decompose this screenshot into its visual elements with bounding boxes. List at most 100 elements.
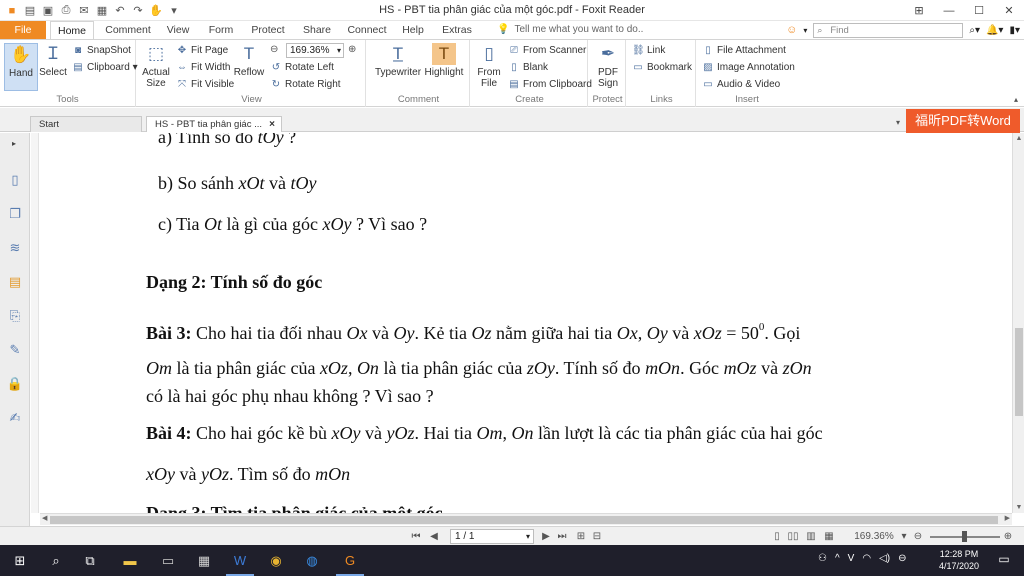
tab-connect[interactable]: Connect: [344, 21, 390, 39]
continuous-facing-icon[interactable]: ▦: [822, 529, 836, 544]
word-icon[interactable]: W: [226, 552, 254, 576]
chrome-icon[interactable]: ◉: [266, 552, 286, 570]
from-clipboard-button[interactable]: ▤ From Clipboard: [508, 77, 592, 93]
promo-banner[interactable]: 福昕PDF转Word: [906, 109, 1020, 133]
tab-file[interactable]: File: [0, 21, 46, 39]
fit-width-button[interactable]: ⇔ Fit Width: [176, 60, 230, 76]
pages-icon[interactable]: ❐: [6, 205, 24, 223]
attachments-icon[interactable]: ⎘: [6, 307, 24, 325]
scroll-down-icon[interactable]: ▼: [1013, 504, 1024, 511]
document-view[interactable]: a) Tính số đo tOy ? b) So sánh xOt và tO…: [40, 133, 1012, 513]
rotate-left-button[interactable]: ↺ Rotate Left: [270, 60, 334, 76]
layers-icon[interactable]: ≋: [6, 239, 24, 257]
store-icon[interactable]: ▭: [158, 552, 178, 570]
continuous-page-icon[interactable]: ▯▯: [786, 529, 800, 544]
select-button[interactable]: Ｉ Select: [36, 43, 70, 91]
people-icon[interactable]: ⚇: [818, 553, 827, 564]
next-page-icon[interactable]: ▶: [540, 529, 552, 544]
last-page-icon[interactable]: ⏭: [556, 529, 568, 544]
volume-icon[interactable]: ◁): [879, 553, 890, 564]
clipboard-button[interactable]: ▤ Clipboard ▾: [72, 60, 137, 76]
task-view-icon[interactable]: ⧉: [80, 552, 100, 570]
foxit-reader-icon[interactable]: G: [336, 552, 364, 576]
bookmark-button[interactable]: ▭ Bookmark: [632, 60, 692, 76]
insert-page-icon[interactable]: ⊞: [574, 529, 588, 544]
zoom-dropdown-icon[interactable]: ▾: [898, 529, 910, 544]
horizontal-scrollbar[interactable]: ◀ ▶: [40, 513, 1012, 525]
close-tab-icon[interactable]: ×: [269, 117, 275, 132]
tab-help[interactable]: Help: [398, 21, 428, 39]
language-icon[interactable]: V: [848, 553, 855, 564]
fit-page-button[interactable]: ✥ Fit Page: [176, 43, 228, 59]
certificate-icon[interactable]: ✍: [6, 409, 24, 427]
zoom-in-icon[interactable]: ⊕: [1002, 529, 1014, 544]
close-button[interactable]: ✕: [994, 0, 1024, 21]
smiley-icon[interactable]: ☺: [786, 24, 797, 36]
tab-form[interactable]: Form: [204, 21, 238, 39]
windows-start-icon[interactable]: ⊞: [10, 552, 30, 570]
notification-icon[interactable]: 🔔▾: [986, 25, 1003, 36]
ribbon-display-icon[interactable]: ⊞: [904, 0, 934, 21]
zalo-icon[interactable]: ◍: [302, 552, 322, 570]
pane-splitter[interactable]: [31, 133, 39, 513]
network-icon[interactable]: ◠: [862, 553, 871, 564]
tab-protect[interactable]: Protect: [246, 21, 290, 39]
show-hidden-icon[interactable]: ^: [835, 553, 840, 564]
image-annotation-button[interactable]: ▨ Image Annotation: [702, 60, 795, 76]
audio-video-button[interactable]: ▭ Audio & Video: [702, 77, 780, 93]
find-input[interactable]: ⌕ Find: [813, 22, 964, 38]
highlight-button[interactable]: T Highlight: [424, 43, 464, 91]
tab-home[interactable]: Home: [50, 21, 94, 39]
facing-page-icon[interactable]: ▥: [804, 529, 818, 544]
minimize-button[interactable]: —: [934, 0, 964, 21]
tell-me-search[interactable]: 💡 Tell me what you want to do..: [497, 24, 643, 35]
calculator-icon[interactable]: ▦: [194, 552, 214, 570]
file-explorer-icon[interactable]: ▬: [120, 552, 140, 570]
zoom-out-icon[interactable]: ⊖: [912, 529, 924, 544]
collapse-ribbon-icon[interactable]: ▴: [1014, 95, 1018, 104]
rotate-right-button[interactable]: ↻ Rotate Right: [270, 77, 341, 93]
hand-button[interactable]: ✋ Hand: [4, 43, 38, 91]
tab-view[interactable]: View: [160, 21, 196, 39]
single-page-icon[interactable]: ▯: [770, 529, 784, 544]
previous-page-icon[interactable]: ◀: [428, 529, 440, 544]
maximize-button[interactable]: ☐: [964, 0, 994, 21]
tab-list-arrow-icon[interactable]: ▾: [896, 118, 900, 127]
taskbar-clock[interactable]: 12:28 PM 4/17/2020: [932, 548, 986, 572]
page-number-input[interactable]: 1 / 1 ▾: [450, 529, 534, 544]
actual-size-button[interactable]: ⬚ Actual Size: [140, 43, 172, 91]
tab-extras[interactable]: Extras: [436, 21, 478, 39]
horizontal-scroll-thumb[interactable]: [50, 516, 998, 524]
reflow-button[interactable]: T Reflow: [232, 43, 266, 91]
chevron-down-icon[interactable]: ▾: [803, 26, 807, 35]
signatures-icon[interactable]: ✎: [6, 341, 24, 359]
zoom-select[interactable]: 169.36% ▾: [286, 43, 344, 58]
scroll-up-icon[interactable]: ▲: [1013, 135, 1024, 142]
security-lock-icon[interactable]: 🔒: [6, 375, 24, 393]
tab-current-document[interactable]: HS - PBT tia phân giác ... ×: [146, 116, 282, 132]
action-center-icon[interactable]: ▭: [994, 552, 1014, 570]
zoom-slider-thumb[interactable]: [962, 531, 967, 542]
vertical-scroll-thumb[interactable]: [1015, 328, 1023, 416]
comments-icon[interactable]: ▤: [6, 273, 24, 291]
fit-visible-button[interactable]: ⤧ Fit Visible: [176, 77, 234, 93]
from-scanner-button[interactable]: ⎚ From Scanner: [508, 43, 586, 59]
from-file-button[interactable]: ▯ From File: [474, 43, 504, 91]
snapshot-button[interactable]: ◙ SnapShot: [72, 43, 131, 59]
tab-share[interactable]: Share: [298, 21, 336, 39]
link-button[interactable]: ⛓ Link: [632, 43, 665, 59]
extract-page-icon[interactable]: ⊟: [590, 529, 604, 544]
tab-comment[interactable]: Comment: [104, 21, 152, 39]
blank-button[interactable]: ▯ Blank: [508, 60, 548, 76]
typewriter-button[interactable]: T̲ Typewriter: [374, 43, 422, 91]
scroll-left-icon[interactable]: ◀: [42, 514, 47, 522]
pdf-sign-button[interactable]: ✒ PDF Sign: [591, 43, 625, 91]
first-page-icon[interactable]: ⏮: [410, 529, 422, 544]
zoom-out-icon[interactable]: ⊖: [270, 44, 278, 55]
file-attachment-button[interactable]: ▯ File Attachment: [702, 43, 786, 59]
find-options-icon[interactable]: ⌕▾: [969, 25, 980, 36]
tab-start[interactable]: Start: [30, 116, 142, 132]
search-icon[interactable]: ⌕: [46, 552, 66, 570]
vertical-scrollbar[interactable]: ▲ ▼: [1012, 133, 1024, 513]
scroll-right-icon[interactable]: ▶: [1005, 514, 1010, 522]
